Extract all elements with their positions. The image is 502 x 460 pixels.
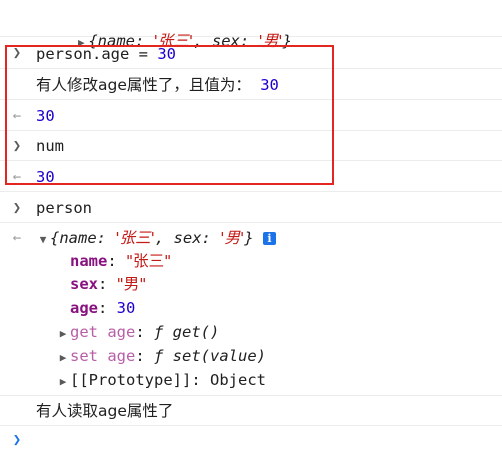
- return-arrow-icon: ←: [12, 108, 22, 124]
- console-input-row: ❯ num: [0, 131, 502, 161]
- object-summary[interactable]: ▼ {name: '张三', sex: '男'} i: [36, 227, 276, 251]
- console-log-message: 有人修改age属性了，且值为： 30: [36, 76, 279, 94]
- console-log-row: 有人读取age属性了: [0, 396, 502, 426]
- property-sex: sex: "男": [70, 275, 147, 293]
- property-name: name: "张三": [70, 252, 172, 270]
- console-log-row: 有人修改age属性了，且值为： 30: [0, 69, 502, 100]
- property-age: age: 30: [70, 299, 136, 317]
- triangle-right-icon[interactable]: ▶: [56, 371, 70, 393]
- triangle-right-icon[interactable]: ▶: [56, 347, 70, 369]
- return-arrow-icon: ←: [12, 230, 22, 246]
- console-result-row: ← 30: [0, 100, 502, 131]
- chevron-right-icon: ❯: [12, 138, 22, 154]
- console-prompt-input[interactable]: [36, 429, 476, 451]
- console-prompt-row[interactable]: ❯: [0, 426, 502, 460]
- prompt-chevron-icon: ❯: [12, 432, 22, 448]
- console-input-code: num: [36, 137, 64, 155]
- property-setter[interactable]: ▶ set age: ƒ set(value): [56, 345, 266, 369]
- return-arrow-icon: ←: [12, 169, 22, 185]
- console-input-row: ❯ person: [0, 192, 502, 223]
- chevron-right-icon: ❯: [12, 200, 22, 216]
- console-input-code: person: [36, 199, 92, 217]
- property-prototype[interactable]: ▶ [[Prototype]]: Object: [56, 369, 266, 393]
- console-result-value: 30: [36, 107, 55, 125]
- property-getter[interactable]: ▶ get age: ƒ get(): [56, 321, 220, 345]
- console-result-row: ← 30: [0, 161, 502, 192]
- chevron-right-icon: ❯: [12, 45, 22, 61]
- console-object-preview-row[interactable]: ▶ {name: '张三', sex: '男'}: [0, 0, 502, 50]
- info-icon[interactable]: i: [262, 232, 276, 245]
- console-log-message: 有人读取age属性了: [36, 402, 174, 420]
- console-object-result-row: ← ▼ {name: '张三', sex: '男'} i name: "张三" s…: [0, 223, 502, 396]
- console-input-code: person.age = 30: [36, 45, 176, 63]
- console-input-row: ❯ person.age = 30: [0, 37, 502, 69]
- triangle-down-icon[interactable]: ▼: [36, 229, 50, 251]
- console-result-value: 30: [36, 168, 55, 186]
- triangle-right-icon[interactable]: ▶: [56, 323, 70, 345]
